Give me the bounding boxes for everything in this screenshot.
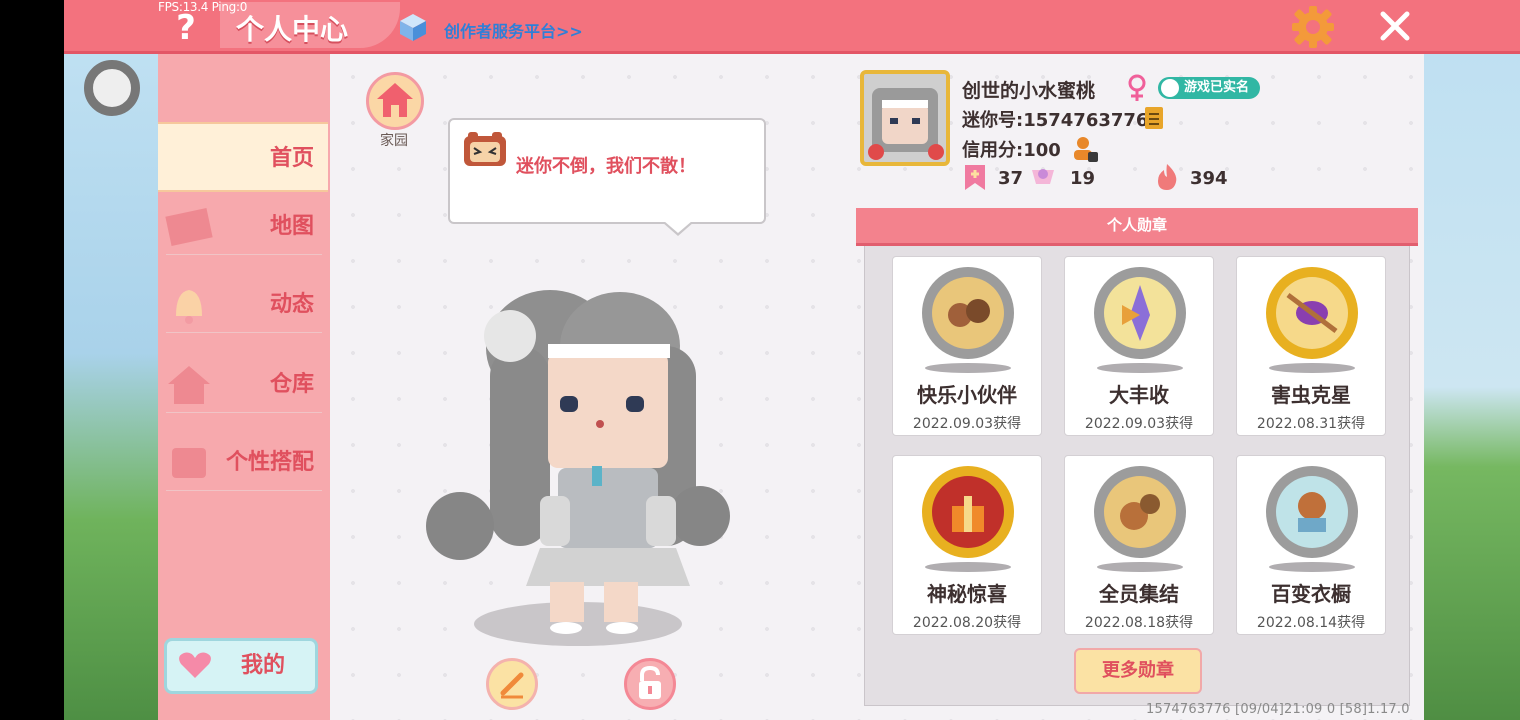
medal-date: 2022.09.03获得 — [1084, 416, 1194, 432]
medal-shadow — [1097, 562, 1183, 572]
house-icon — [168, 366, 210, 404]
bubble-text: 迷你不倒，我们不散！ — [516, 156, 696, 177]
user-check-icon — [1161, 79, 1179, 97]
medal-name: 神秘惊喜 — [927, 582, 1007, 606]
character-avatar[interactable] — [420, 286, 730, 650]
sidebar-item-storage[interactable]: 仓库 — [158, 350, 328, 420]
silver-medal-icon — [1094, 466, 1186, 558]
medal-card[interactable]: 大丰收 2022.09.03获得 — [1064, 256, 1214, 436]
sidebar-item-label: 地图 — [269, 214, 314, 239]
pencil-icon — [500, 672, 524, 699]
profile-avatar[interactable] — [860, 70, 950, 166]
female-icon — [1128, 74, 1146, 101]
gear-icon[interactable] — [1290, 4, 1336, 50]
sidebar: 首页 地图 动态 仓库 个性搭配 — [158, 54, 330, 720]
medals-header: 个人勋章 — [856, 208, 1418, 246]
trophy-icon — [1032, 169, 1054, 184]
medal-date: 2022.08.18获得 — [1084, 615, 1194, 631]
heart-icon — [179, 652, 211, 678]
screen-edge — [0, 0, 64, 720]
mascot-icon — [464, 132, 506, 166]
lock-icon — [639, 665, 661, 699]
username: 创世的小水蜜桃 — [962, 80, 1096, 102]
credit-score: 信用分:100 — [962, 140, 1061, 161]
silver-medal-icon — [1094, 267, 1186, 359]
background-scenery-left — [64, 54, 158, 720]
close-icon[interactable] — [1378, 9, 1412, 43]
medal-card[interactable]: 快乐小伙伴 2022.09.03获得 — [892, 256, 1042, 436]
sidebar-item-feed[interactable]: 动态 — [158, 270, 328, 340]
map-icon — [165, 207, 213, 247]
fps-readout: FPS:13.4 Ping:0 — [158, 0, 248, 14]
medal-name: 快乐小伙伴 — [917, 383, 1017, 407]
bell-icon — [176, 290, 202, 324]
sidebar-item-label: 首页 — [269, 146, 314, 171]
sidebar-item-map[interactable]: 地图 — [158, 192, 328, 262]
home-icon — [377, 83, 413, 117]
medal-shadow — [1097, 363, 1183, 373]
silver-medal-icon — [922, 267, 1014, 359]
medal-card[interactable]: 全员集结 2022.08.18获得 — [1064, 455, 1214, 635]
medal-shadow — [925, 363, 1011, 373]
medal-card[interactable]: 害虫克星 2022.08.31获得 — [1236, 256, 1386, 436]
medal-name: 百变衣橱 — [1271, 582, 1351, 606]
medal-date: 2022.08.14获得 — [1256, 615, 1366, 631]
medal-date: 2022.09.03获得 — [912, 416, 1022, 432]
mini-id: 迷你号:1574763776 — [962, 110, 1149, 131]
stat-value-trophy: 19 — [1070, 168, 1096, 189]
gold-medal-icon — [1266, 267, 1358, 359]
medal-shadow — [1269, 363, 1355, 373]
speech-bubble-tail-fill — [664, 221, 692, 233]
page-title: 个人中心 — [236, 13, 349, 46]
more-medals-button[interactable]: 更多勋章 — [1074, 648, 1202, 694]
sidebar-item-outfit[interactable]: 个性搭配 — [158, 428, 328, 498]
person-icon[interactable] — [1070, 134, 1100, 164]
help-icon[interactable]: ? — [170, 8, 202, 48]
medal-name: 害虫克星 — [1271, 383, 1351, 407]
home-button[interactable] — [366, 72, 424, 130]
footer-info: 1574763776 [09/04]21:09 0 [58]1.17.0 — [1146, 702, 1410, 717]
cube-icon[interactable] — [398, 12, 428, 42]
sidebar-item-label: 个性搭配 — [225, 450, 314, 475]
medal-date: 2022.08.20获得 — [912, 615, 1022, 631]
sidebar-item-label: 动态 — [269, 292, 314, 317]
floating-circle-button[interactable] — [84, 60, 140, 116]
outfit-icon — [172, 448, 206, 478]
sidebar-item-label: 仓库 — [269, 372, 314, 397]
medal-name: 全员集结 — [1099, 582, 1179, 606]
gold-medal-icon — [922, 466, 1014, 558]
flame-icon — [1158, 164, 1177, 190]
creator-platform-link[interactable]: 创作者服务平台>> — [444, 18, 583, 42]
medal-shadow — [925, 562, 1011, 572]
medal-shadow — [1269, 562, 1355, 572]
edit-button[interactable] — [486, 658, 538, 710]
sidebar-item-home[interactable]: 首页 — [158, 122, 328, 192]
medal-date: 2022.08.31获得 — [1256, 416, 1366, 432]
background-scenery-right — [1424, 54, 1520, 720]
stat-value-flame: 394 — [1190, 168, 1228, 189]
medal-name: 大丰收 — [1109, 383, 1169, 407]
medal-card[interactable]: 百变衣橱 2022.08.14获得 — [1236, 455, 1386, 635]
stat-value-bookmark: 37 — [998, 168, 1024, 189]
medal-card[interactable]: 神秘惊喜 2022.08.20获得 — [892, 455, 1042, 635]
copy-icon[interactable] — [1142, 104, 1168, 132]
lock-button[interactable] — [624, 658, 676, 710]
silver-medal-icon — [1266, 466, 1358, 558]
avatar-image — [868, 88, 944, 160]
home-label: 家园 — [380, 133, 408, 149]
bookmark-icon — [965, 165, 985, 190]
